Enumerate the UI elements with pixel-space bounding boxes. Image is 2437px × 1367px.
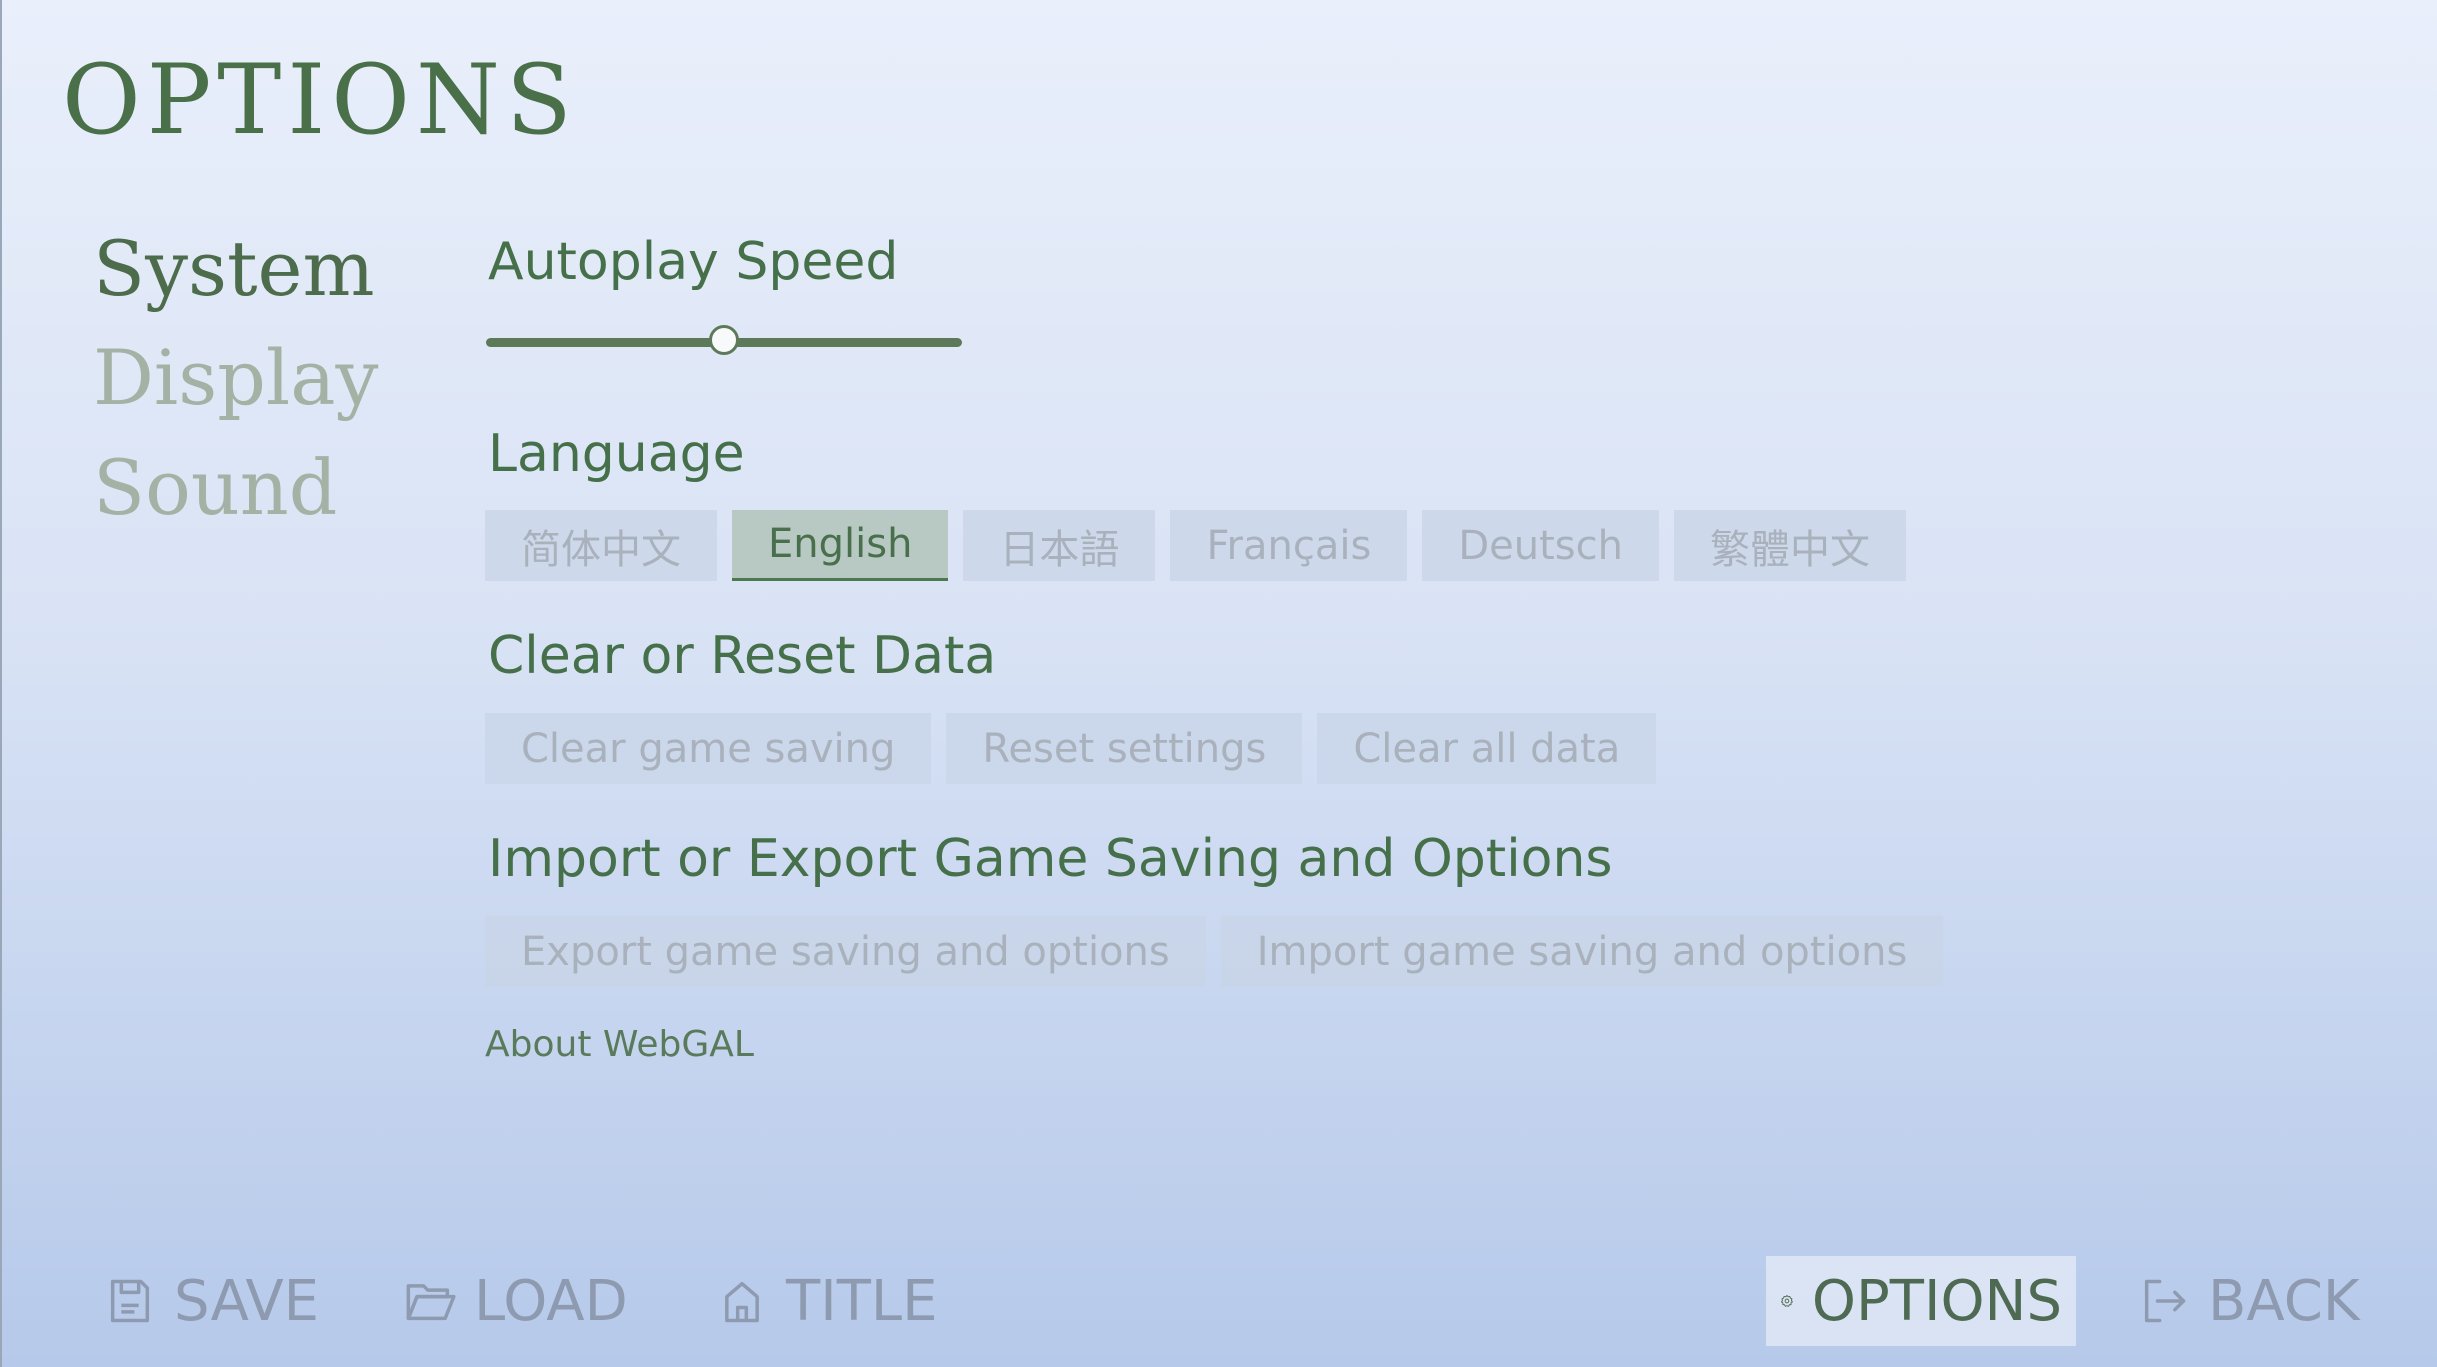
language-option-french[interactable]: Français [1170,510,1408,581]
language-option-zh-hant[interactable]: 繁體中文 [1673,510,1906,581]
language-option-german[interactable]: Deutsch [1422,510,1659,581]
tab-system[interactable]: System [93,231,375,307]
load-button[interactable]: LOAD [404,1256,628,1346]
import-export-buttons: Export game saving and options Import ga… [485,916,1944,987]
language-options: 简体中文 English 日本語 Français Deutsch 繁體中文 [485,510,1906,581]
load-label: LOAD [474,1268,628,1334]
clear-all-data-button[interactable]: Clear all data [1317,713,1657,784]
export-button[interactable]: Export game saving and options [485,916,1206,987]
reset-settings-button[interactable]: Reset settings [946,713,1303,784]
clear-game-saving-button[interactable]: Clear game saving [485,713,932,784]
options-label: OPTIONS [1811,1268,2062,1334]
folder-icon [406,1284,456,1321]
window-edge [0,0,2,1367]
import-export-title: Import or Export Game Saving and Options [488,829,1613,889]
save-label: SAVE [174,1268,320,1334]
language-option-japanese[interactable]: 日本語 [963,510,1156,581]
language-option-zh-hans[interactable]: 简体中文 [485,510,717,581]
about-webgal-link[interactable]: About WebGAL [485,1024,754,1065]
back-button[interactable]: BACK [2138,1256,2360,1346]
language-title: Language [488,424,745,484]
save-button[interactable]: SAVE [104,1256,319,1346]
language-option-english[interactable]: English [732,510,949,581]
tab-display[interactable]: Display [93,340,378,416]
clear-reset-buttons: Clear game saving Reset settings Clear a… [485,713,1657,784]
options-button[interactable]: OPTIONS [1766,1256,2076,1346]
back-label: BACK [2208,1268,2360,1334]
tab-sound[interactable]: Sound [93,450,337,526]
clear-reset-title: Clear or Reset Data [488,626,997,686]
import-button[interactable]: Import game saving and options [1220,916,1944,987]
page-title: OPTIONS [62,44,578,156]
title-label: TITLE [786,1268,938,1334]
logout-icon [2144,1279,2186,1323]
autoplay-speed-title: Autoplay Speed [488,232,899,292]
title-button[interactable]: TITLE [716,1256,938,1346]
slider-thumb[interactable] [709,325,739,355]
home-icon [725,1281,759,1323]
autoplay-speed-slider[interactable] [486,325,962,355]
gear-icon [1780,1295,1793,1307]
save-icon [110,1279,150,1323]
